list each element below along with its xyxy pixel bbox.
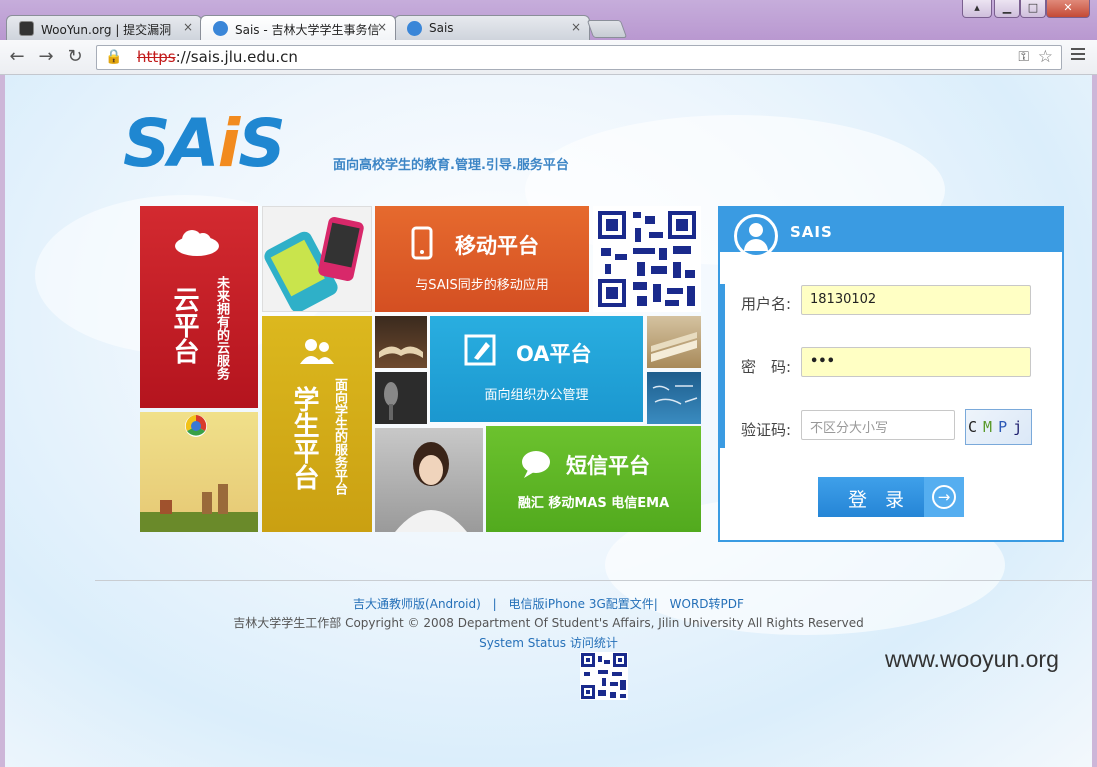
tab-label: Sais - 吉林大学学生事务信 — [235, 23, 380, 37]
phones-image-tile[interactable] — [262, 206, 372, 312]
login-form: 用户名: 18130102 密 码: ••• 验证码: 不区分大小写 CMPj … — [720, 252, 1062, 542]
student-platform-title: 学生平台 — [289, 386, 319, 490]
oa-platform-subtitle: 面向组织办公管理 — [484, 388, 589, 403]
android-game-tile[interactable] — [140, 412, 258, 532]
slogan: 面向高校学生的教育.管理.引导.服务平台 — [333, 158, 569, 173]
username-label: 用户名: — [741, 295, 792, 313]
qr-code-image — [597, 210, 697, 308]
android-client-link[interactable]: 吉大通教师版(Android) — [353, 597, 481, 611]
insecure-lock-icon: 🔒 — [105, 49, 123, 65]
captcha-input[interactable]: 不区分大小写 — [801, 410, 955, 440]
captcha-label: 验证码: — [741, 421, 792, 439]
chat-bubble-icon — [522, 451, 550, 478]
system-status-link[interactable]: System Status — [479, 636, 566, 650]
cloud-platform-title: 云平台 — [169, 286, 199, 364]
edit-pen-icon — [464, 334, 496, 366]
copyright-text: 吉林大学学生工作部 Copyright © 2008 Department Of… — [233, 616, 864, 630]
student-platform-tile[interactable]: 学生平台 面向学生的服务平台 — [262, 316, 372, 532]
menu-icon[interactable] — [1071, 48, 1085, 60]
wooyun-watermark: www.wooyun.org — [885, 646, 1059, 672]
new-tab-button[interactable] — [586, 20, 628, 38]
sms-platform-title: 短信平台 — [566, 454, 650, 478]
minimize-button[interactable]: ▁ — [994, 0, 1020, 18]
browser-toolbar: ← → ↻ 🔒 https://sais.jlu.edu.cn ⚿ ☆ — [0, 40, 1097, 75]
woman-on-phone-image — [395, 442, 467, 532]
link-separator: | — [492, 597, 497, 611]
login-brand: SAIS — [790, 223, 833, 241]
game-screenshot-image — [140, 415, 258, 532]
microphone-image-tile — [375, 372, 427, 424]
mobile-platform-subtitle: 与SAIS同步的移动应用 — [415, 278, 549, 293]
books-image-tile — [647, 316, 701, 368]
qr-code-tile[interactable] — [593, 206, 701, 312]
url-host: ://sais.jlu.edu.cn — [175, 48, 298, 66]
login-button-label: 登 录 — [848, 489, 911, 511]
smartphones-image — [264, 217, 364, 311]
book-image-tile — [375, 316, 427, 368]
password-label: 密 码: — [741, 358, 792, 376]
login-accent-bar — [720, 284, 725, 448]
mobile-phone-icon — [411, 226, 433, 260]
woman-phone-image-tile — [375, 428, 483, 532]
iphone-config-link[interactable]: 电信版iPhone 3G配置文件| — [509, 597, 658, 611]
password-input[interactable]: ••• — [801, 347, 1031, 377]
forward-icon[interactable]: → — [35, 46, 57, 68]
tab-close-icon[interactable]: × — [571, 20, 581, 34]
close-window-button[interactable]: ✕ — [1046, 0, 1090, 18]
tab-sais[interactable]: Sais × — [394, 15, 590, 40]
tab-close-icon[interactable]: × — [183, 20, 193, 34]
back-icon[interactable]: ← — [6, 46, 28, 68]
arrow-right-icon: → — [924, 477, 964, 517]
sms-platform-tile[interactable]: 短信平台 融汇 移动MAS 电信EMA — [486, 426, 701, 532]
sais-favicon-icon — [213, 21, 228, 36]
chalk-writing-image — [652, 385, 698, 405]
url-scheme: https — [137, 48, 176, 66]
tab-close-icon[interactable]: × — [377, 20, 387, 34]
oa-platform-title: OA平台 — [516, 342, 592, 366]
tab-label: Sais — [429, 21, 454, 35]
sais-favicon-icon — [407, 21, 422, 36]
footer-links: 吉大通教师版(Android) | 电信版iPhone 3G配置文件| WORD… — [5, 595, 1092, 612]
microphone-image — [375, 372, 427, 424]
mobile-platform-tile[interactable]: 移动平台 与SAIS同步的移动应用 — [375, 206, 589, 312]
users-icon — [300, 339, 334, 364]
cloud-platform-tile[interactable]: 云平台 未来拥有的云服务 — [140, 206, 258, 408]
student-platform-subtitle: 面向学生的服务平台 — [332, 378, 347, 495]
footer-divider — [95, 580, 1092, 581]
maximize-button[interactable]: □ — [1020, 0, 1046, 18]
wooyun-favicon-icon — [19, 21, 34, 36]
oa-platform-tile[interactable]: OA平台 面向组织办公管理 — [430, 316, 643, 422]
login-header: SAIS — [720, 208, 1062, 258]
tab-wooyun[interactable]: WooYun.org | 提交漏洞 × — [6, 15, 202, 40]
mobile-platform-title: 移动平台 — [455, 234, 539, 258]
key-icon[interactable]: ⚿ — [1018, 49, 1029, 65]
login-panel: SAIS 用户名: 18130102 密 码: ••• 验证码: 不区分大小写 … — [718, 206, 1064, 542]
cloud-platform-subtitle: 未来拥有的云服务 — [214, 276, 229, 380]
bookmark-star-icon[interactable]: ☆ — [1038, 47, 1053, 67]
login-button[interactable]: 登 录 → — [818, 477, 964, 517]
books-image — [651, 332, 697, 362]
browser-titlebar: WooYun.org | 提交漏洞 × Sais - 吉林大学学生事务信 × S… — [0, 0, 1097, 40]
chalkboard-image-tile — [647, 372, 701, 424]
address-bar[interactable]: 🔒 https://sais.jlu.edu.cn ⚿ ☆ — [96, 45, 1062, 70]
reload-icon[interactable]: ↻ — [64, 46, 86, 68]
sais-logo: SAiS — [123, 105, 286, 182]
username-input[interactable]: 18130102 — [801, 285, 1031, 315]
word-to-pdf-link[interactable]: WORD转PDF — [670, 597, 744, 611]
open-book-image — [379, 346, 423, 358]
visit-stats-link[interactable]: 访问统计 — [570, 636, 618, 650]
tab-sais-active[interactable]: Sais - 吉林大学学生事务信 × — [200, 15, 396, 40]
tab-label: WooYun.org | 提交漏洞 — [41, 23, 172, 37]
captcha-image[interactable]: CMPj — [965, 409, 1032, 445]
cloud-icon — [175, 230, 219, 256]
profile-button[interactable]: ▴ — [962, 0, 992, 18]
sms-platform-subtitle: 融汇 移动MAS 电信EMA — [517, 496, 670, 511]
footer-qr-code — [580, 652, 628, 700]
